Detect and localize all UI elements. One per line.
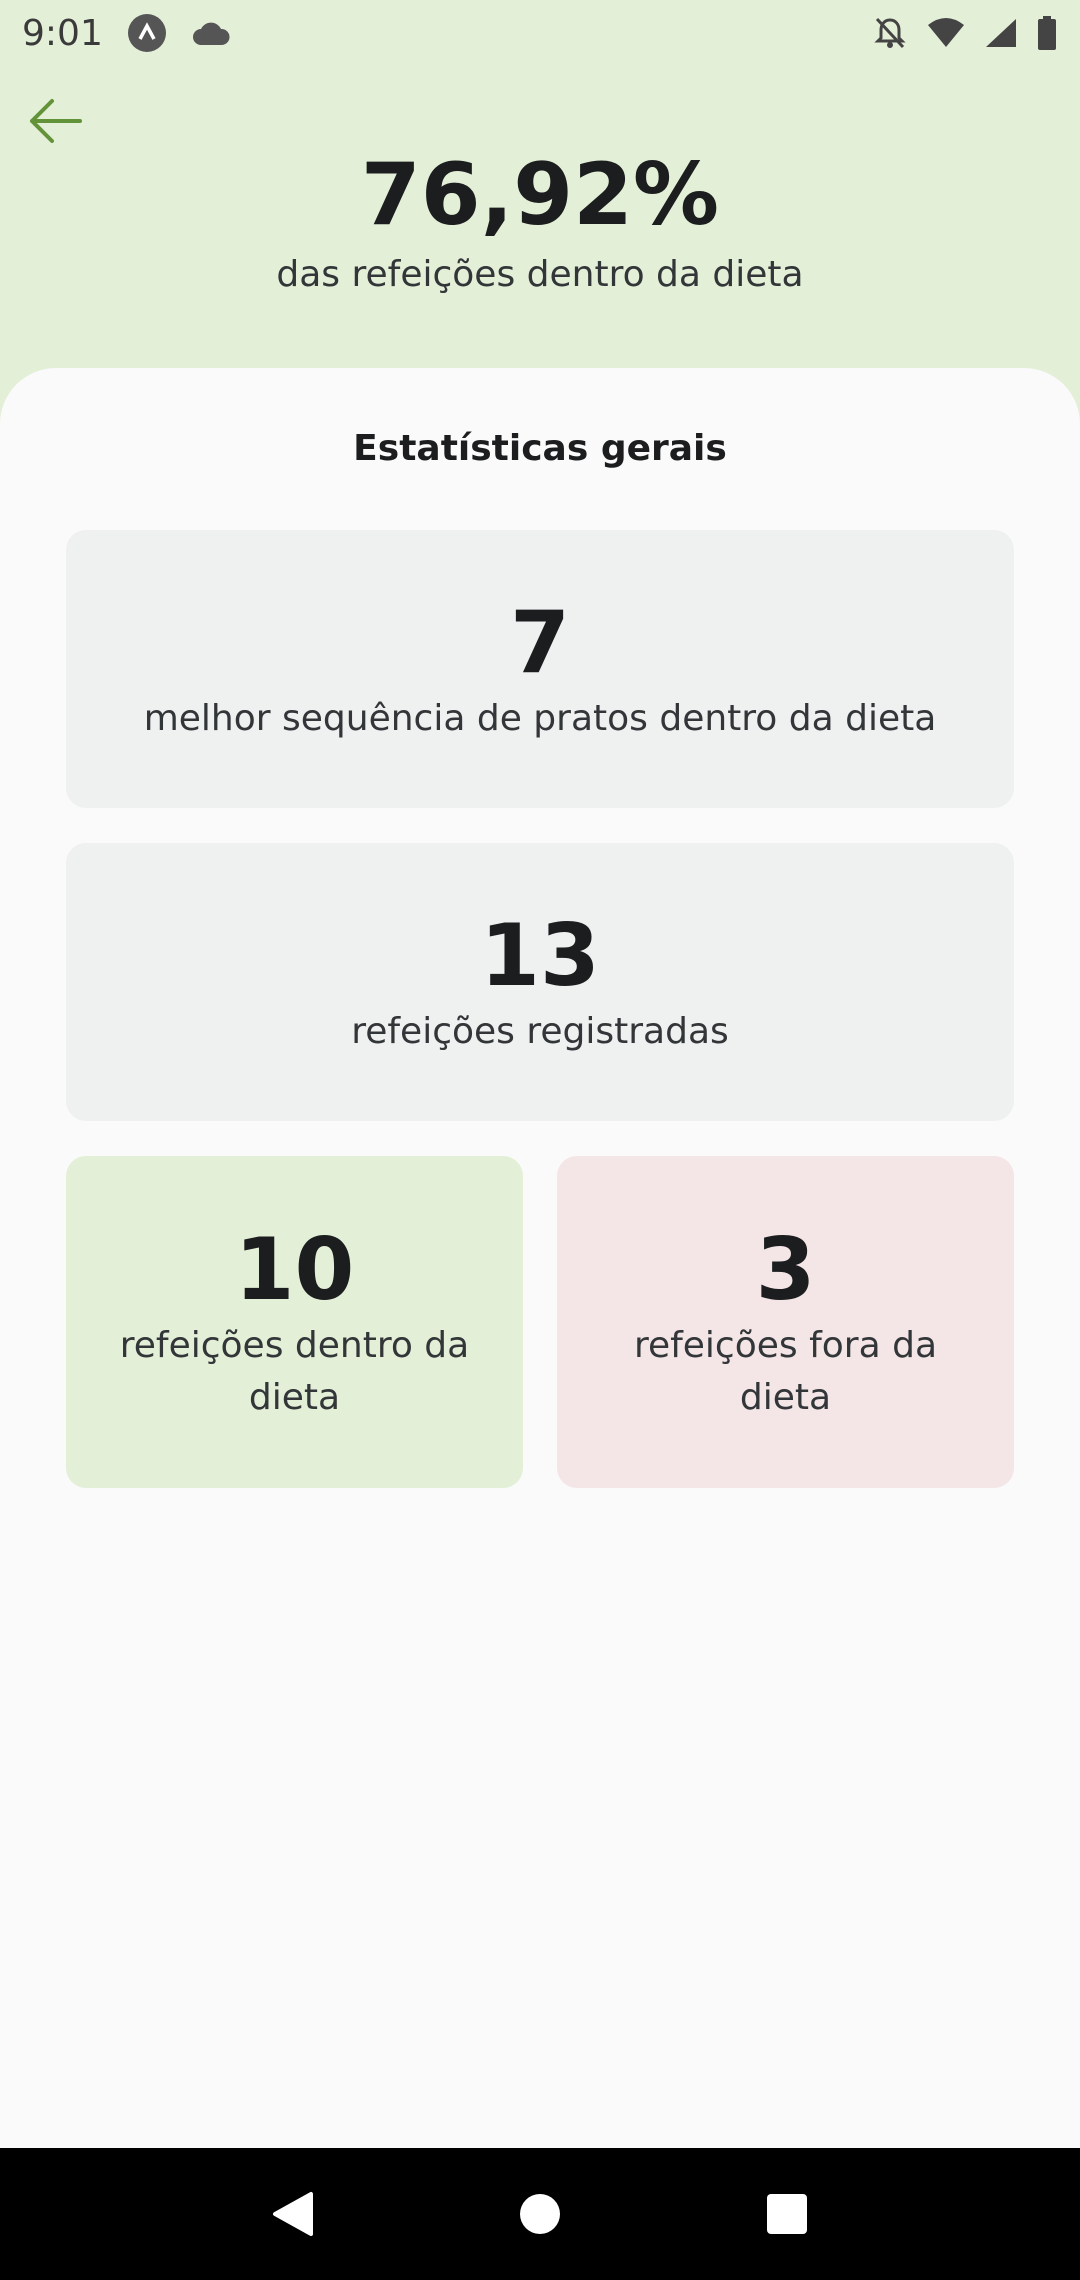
- outside-diet-value: 3: [755, 1220, 816, 1320]
- bell-off-icon: [872, 15, 908, 51]
- outside-diet-label: refeições fora da dieta: [633, 1325, 938, 1418]
- app-a-icon: [127, 13, 167, 53]
- diet-percentage-header: 76,92% das refeições dentro da dieta: [0, 140, 1080, 300]
- nav-back-button[interactable]: [248, 2169, 338, 2259]
- status-bar: 9:01: [0, 0, 1080, 66]
- battery-icon: [1036, 15, 1058, 51]
- nav-recents-button[interactable]: [742, 2169, 832, 2259]
- status-left: 9:01: [22, 13, 231, 54]
- stats-panel: Estatísticas gerais 7 melhor sequência d…: [0, 368, 1080, 2148]
- recents-square-icon: [766, 2194, 807, 2234]
- nav-home-button[interactable]: [495, 2169, 585, 2259]
- inside-diet-card: 10 refeições dentro da dieta: [66, 1156, 523, 1488]
- total-meals-value: 13: [480, 906, 600, 1006]
- back-triangle-icon: [273, 2192, 314, 2236]
- wifi-icon: [926, 17, 966, 49]
- best-sequence-value: 7: [510, 593, 570, 693]
- system-nav-bar: [0, 2148, 1080, 2280]
- total-meals-label: refeições registradas: [351, 1011, 729, 1052]
- inside-diet-label: refeições dentro da dieta: [119, 1325, 470, 1418]
- best-sequence-card: 7 melhor sequência de pratos dentro da d…: [66, 530, 1014, 808]
- best-sequence-label: melhor sequência de pratos dentro da die…: [143, 698, 937, 739]
- signal-icon: [984, 17, 1018, 49]
- diet-percentage-subtitle: das refeições dentro da dieta: [276, 254, 804, 295]
- outside-diet-card: 3 refeições fora da dieta: [557, 1156, 1014, 1488]
- status-time: 9:01: [22, 12, 103, 54]
- stats-title: Estatísticas gerais: [353, 428, 727, 469]
- status-right: [872, 15, 1058, 51]
- home-circle-icon: [519, 2194, 560, 2234]
- inside-diet-value: 10: [234, 1220, 355, 1320]
- cloud-icon: [191, 19, 231, 47]
- total-meals-card: 13 refeições registradas: [66, 843, 1014, 1121]
- diet-percentage: 76,92%: [360, 145, 720, 245]
